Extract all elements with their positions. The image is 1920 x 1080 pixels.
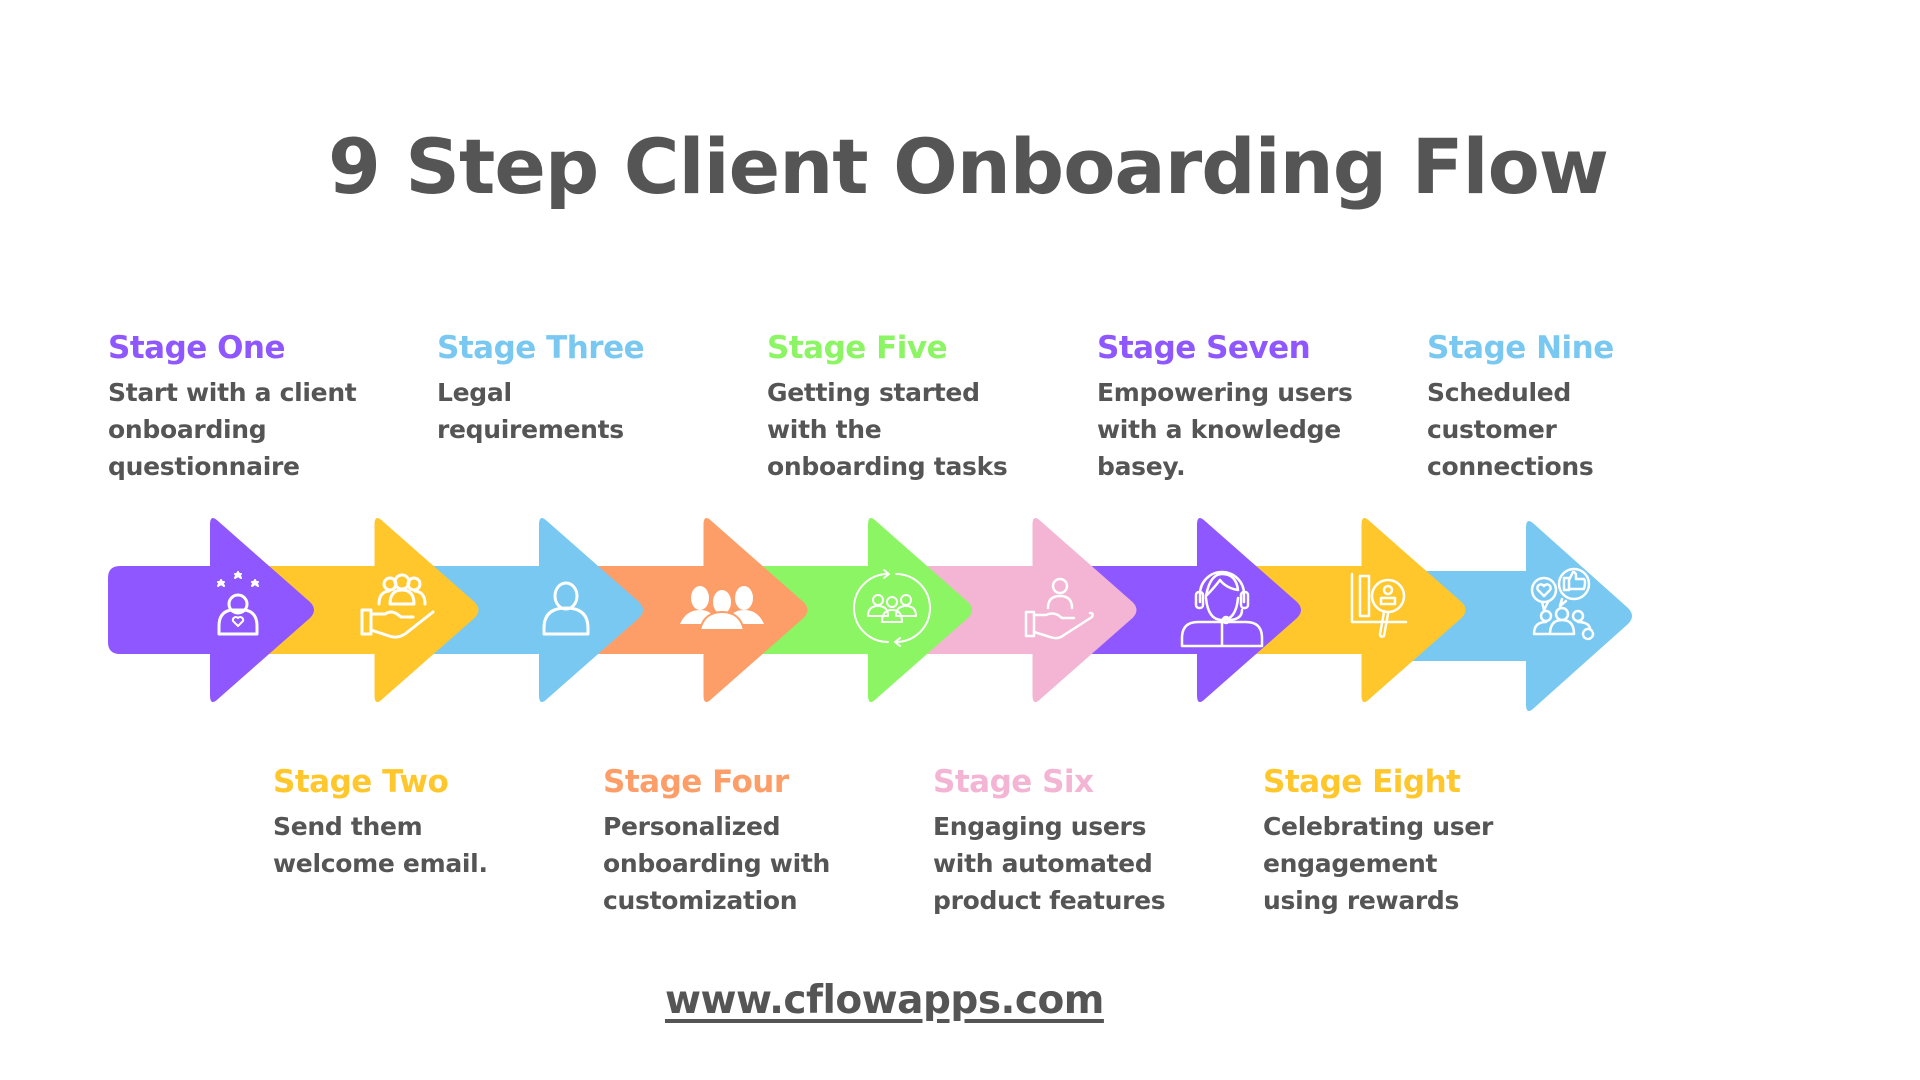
arrow-flow: [108, 517, 1632, 712]
website-link[interactable]: www.cflowapps.com: [665, 978, 1104, 1023]
arrow-stage-1: [108, 517, 314, 703]
